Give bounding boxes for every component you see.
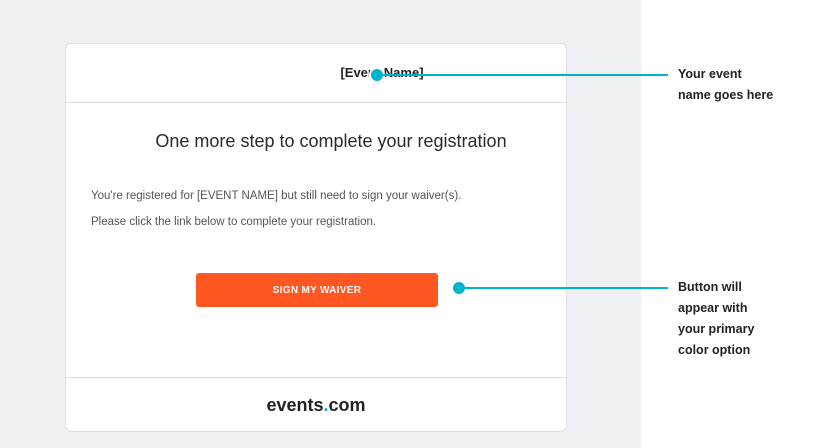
- email-preview-card: [Event Name] One more step to complete y…: [65, 43, 567, 432]
- event-name-callout-line-1: Your event: [678, 67, 742, 81]
- brand-name: events: [266, 395, 324, 415]
- button-callout-line-4: color option: [678, 343, 751, 357]
- email-body-line-2: Please click the link below to complete …: [91, 216, 377, 228]
- button-callout-line-3: your primary: [678, 322, 755, 336]
- brand-tld: com: [328, 395, 366, 415]
- button-callout-line-1: Button will: [678, 280, 742, 294]
- button-callout-dot: [453, 282, 465, 294]
- email-headline: One more step to complete your registrat…: [155, 131, 507, 151]
- button-callout-line-2: appear with: [678, 301, 748, 315]
- events-com-logo: events.com: [66, 395, 566, 416]
- event-name-callout-dot: [371, 69, 383, 81]
- email-body-line-1: You're registered for [EVENT NAME] but s…: [91, 190, 462, 202]
- button-callout-line: [465, 287, 668, 289]
- event-name-heading: [Event Name]: [340, 65, 424, 80]
- event-name-callout-line-2: name goes here: [678, 88, 774, 102]
- sign-waiver-button[interactable]: SIGN MY WAIVER: [196, 273, 438, 307]
- email-footer: events.com: [66, 377, 566, 431]
- event-name-callout-line: [383, 74, 668, 76]
- button-callout-text: Button will appear with your primary col…: [678, 277, 808, 361]
- event-name-callout-text: Your event name goes here: [678, 64, 808, 106]
